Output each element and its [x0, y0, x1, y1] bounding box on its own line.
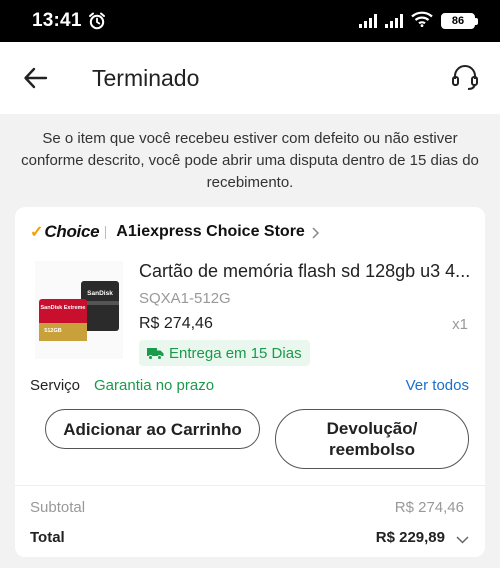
delivery-badge: Entrega em 15 Dias — [139, 340, 310, 366]
status-bar: 13:41 86 — [0, 0, 500, 42]
add-to-cart-button[interactable]: Adicionar ao Carrinho — [45, 409, 260, 449]
arrow-left-icon[interactable] — [22, 64, 50, 92]
truck-icon — [147, 347, 164, 360]
battery-level: 86 — [441, 13, 475, 29]
battery-icon: 86 — [441, 13, 478, 29]
product-sku: SQXA1-512G — [139, 290, 231, 307]
product-quantity: x1 — [452, 316, 468, 333]
thumb-brand-red: SanDisk Extreme — [41, 305, 86, 311]
service-value: Garantia no prazo — [94, 377, 215, 394]
thumb-brand-black: SanDisk — [87, 290, 113, 297]
service-label: Serviço — [30, 377, 81, 394]
headset-icon[interactable] — [450, 62, 480, 92]
choice-logo: Choice — [44, 222, 100, 241]
subtotal-label: Subtotal — [30, 499, 86, 516]
product-image[interactable]: SanDisk SanDisk Extreme 512GB — [35, 261, 123, 359]
divider — [15, 485, 485, 486]
total-value: R$ 229,89 — [375, 529, 445, 546]
alarm-icon — [88, 12, 106, 30]
store-name: A1iexpress Choice Store — [116, 223, 305, 240]
total-label: Total — [30, 529, 65, 546]
app-header: Terminado — [0, 42, 500, 114]
thumb-capacity: 512GB — [44, 328, 61, 334]
choice-check-icon: ✓ — [30, 224, 44, 241]
chevron-down-icon[interactable] — [456, 532, 469, 544]
signal-icon — [359, 14, 377, 28]
page-title: Terminado — [92, 65, 200, 91]
wifi-icon — [411, 11, 433, 32]
store-row[interactable]: ✓ Choice A1iexpress Choice Store — [30, 221, 320, 243]
divider — [105, 225, 107, 239]
order-card: ✓ Choice A1iexpress Choice Store SanDisk… — [15, 207, 485, 557]
product-price: R$ 274,46 — [139, 315, 213, 332]
status-time: 13:41 — [32, 10, 82, 31]
signal-icon — [385, 14, 403, 28]
return-refund-button[interactable]: Devolução/ reembolso — [275, 409, 469, 469]
status-icons: 86 — [359, 11, 478, 32]
product-title[interactable]: Cartão de memória flash sd 128gb u3 4... — [139, 261, 475, 282]
dispute-notice: Se o item que você recebeu estiver com d… — [21, 130, 479, 191]
subtotal-value: R$ 274,46 — [394, 499, 464, 516]
delivery-text: Entrega em 15 Dias — [169, 344, 302, 362]
chevron-right-icon — [311, 226, 320, 239]
view-all-link[interactable]: Ver todos — [406, 377, 469, 394]
